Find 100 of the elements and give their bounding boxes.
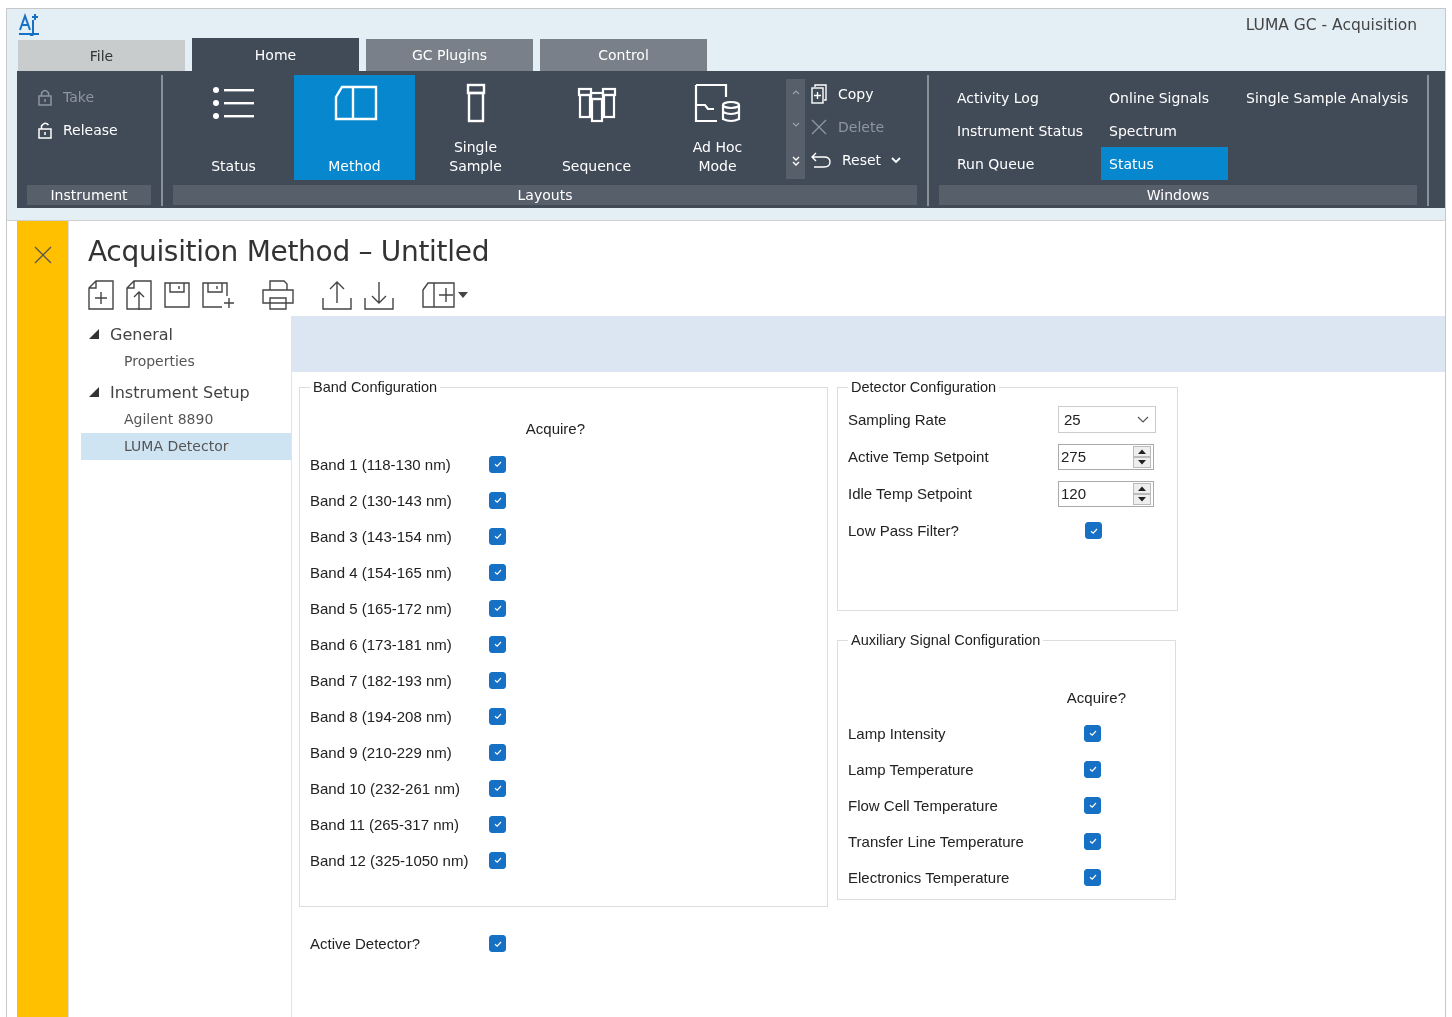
checkbox[interactable] xyxy=(1084,760,1101,778)
tree-item[interactable]: General xyxy=(110,324,174,344)
expand-arrow-icon[interactable] xyxy=(88,328,100,340)
check-icon xyxy=(492,495,503,505)
save-as-icon[interactable] xyxy=(202,282,234,308)
check-icon xyxy=(492,819,503,829)
checkbox[interactable] xyxy=(489,779,506,797)
checkbox[interactable] xyxy=(489,491,506,509)
tree-item[interactable]: Agilent 8890 xyxy=(81,406,291,433)
checkbox[interactable] xyxy=(489,935,506,952)
tray-database-icon xyxy=(692,83,743,125)
checkbox[interactable] xyxy=(489,455,506,473)
check-icon xyxy=(492,711,503,721)
chevron-icon xyxy=(1137,415,1149,424)
window-link[interactable]: Spectrum xyxy=(1101,114,1229,147)
field-label: Band 4 (154-165 nm) xyxy=(310,563,453,581)
edit-button[interactable]: Copy xyxy=(810,77,902,110)
expand-icon[interactable] xyxy=(790,155,801,167)
document-title: Acquisition Method – Untitled xyxy=(88,235,491,268)
save-icon[interactable] xyxy=(164,282,190,308)
gallery-scroll-bar[interactable] xyxy=(786,79,805,179)
edit-button[interactable]: Reset xyxy=(810,143,902,176)
app-logo-icon xyxy=(18,12,40,36)
field-label: Band 10 (232-261 nm) xyxy=(310,779,462,797)
window-title: LUMA GC - Acquisition xyxy=(1245,15,1417,34)
check-icon xyxy=(492,567,503,577)
checkbox[interactable] xyxy=(489,743,506,761)
spin-arrows-icon[interactable] xyxy=(1133,445,1151,468)
number-field[interactable]: 120 xyxy=(1058,480,1154,507)
group-label: Windows xyxy=(939,185,1417,205)
tree-item[interactable]: Instrument Setup xyxy=(110,382,250,402)
column-header: Acquire? xyxy=(525,419,585,437)
field-label: Band 7 (182-193 nm) xyxy=(310,671,453,689)
group-label: Layouts xyxy=(173,185,917,205)
layout-button[interactable]: Sequence xyxy=(536,75,657,180)
check-icon xyxy=(492,675,503,685)
group-title: Detector Configuration xyxy=(850,379,998,395)
field-label: Active Temp Setpoint xyxy=(848,448,990,465)
dropdown[interactable]: 25 xyxy=(1058,406,1156,433)
checkbox[interactable] xyxy=(1085,522,1102,539)
checkbox[interactable] xyxy=(1084,868,1101,886)
checkbox[interactable] xyxy=(489,635,506,653)
copy-icon xyxy=(810,83,828,104)
layout-button[interactable]: Ad Hoc Mode xyxy=(657,75,778,180)
field-label: Flow Cell Temperature xyxy=(848,796,999,814)
window-link[interactable]: Status xyxy=(1101,147,1229,180)
field-label: Band 8 (194-208 nm) xyxy=(310,707,453,725)
checkbox[interactable] xyxy=(489,527,506,545)
check-icon xyxy=(1087,800,1098,810)
field-label: Idle Temp Setpoint xyxy=(848,485,973,502)
checkbox[interactable] xyxy=(1084,796,1101,814)
layout-button[interactable]: Status xyxy=(173,75,294,180)
ribbon-tab[interactable]: Home xyxy=(192,38,359,71)
field-label: Active Detector? xyxy=(310,935,422,952)
window-link[interactable]: Online Signals xyxy=(1101,81,1229,114)
checkbox[interactable] xyxy=(1084,724,1101,742)
field-label: Band 9 (210-229 nm) xyxy=(310,743,453,761)
check-icon xyxy=(492,855,503,865)
check-icon xyxy=(492,459,503,469)
field-label: Band 3 (143-154 nm) xyxy=(310,527,453,545)
column-header: Acquire? xyxy=(1066,688,1126,706)
print-icon[interactable] xyxy=(262,280,294,310)
ribbon-tab[interactable]: File xyxy=(18,40,185,71)
checkbox[interactable] xyxy=(489,815,506,833)
checkbox[interactable] xyxy=(489,599,506,617)
window-link[interactable]: Instrument Status xyxy=(949,114,1092,147)
field-label: Lamp Temperature xyxy=(848,760,975,778)
field-label: Band 6 (173-181 nm) xyxy=(310,635,453,653)
number-field[interactable]: 275 xyxy=(1058,443,1154,470)
open-file-icon[interactable] xyxy=(126,280,152,310)
checkbox[interactable] xyxy=(489,671,506,689)
window-link[interactable]: Single Sample Analysis xyxy=(1238,81,1417,114)
check-icon xyxy=(492,747,503,757)
checkbox[interactable] xyxy=(489,563,506,581)
window-link[interactable]: Activity Log xyxy=(949,81,1092,114)
new-file-icon[interactable] xyxy=(88,280,114,310)
field-label: Sampling Rate xyxy=(848,411,948,428)
checkbox[interactable] xyxy=(1084,832,1101,850)
window-link[interactable]: Run Queue xyxy=(949,147,1092,180)
field-label: Band 5 (165-172 nm) xyxy=(310,599,453,617)
lock-icon xyxy=(37,87,53,106)
upload-icon[interactable] xyxy=(322,280,352,310)
layout-button[interactable]: Method xyxy=(294,75,415,180)
ribbon-tab[interactable]: Control xyxy=(540,39,707,71)
field-label: Electronics Temperature xyxy=(848,868,1011,886)
expand-arrow-icon[interactable] xyxy=(88,386,100,398)
checkbox[interactable] xyxy=(489,707,506,725)
spin-arrows-icon[interactable] xyxy=(1133,482,1151,505)
layout-button[interactable]: Single Sample xyxy=(415,75,536,180)
field-label: Band 2 (130-143 nm) xyxy=(310,491,453,509)
download-icon[interactable] xyxy=(364,280,394,310)
ribbon-tab[interactable]: GC Plugins xyxy=(366,39,533,71)
checkbox[interactable] xyxy=(489,851,506,869)
tree-item[interactable]: LUMA Detector xyxy=(81,433,291,460)
check-icon xyxy=(1087,836,1098,846)
close-icon[interactable] xyxy=(32,245,53,265)
tree-item[interactable]: Properties xyxy=(81,348,291,375)
add-layout-icon[interactable] xyxy=(422,282,470,308)
check-icon xyxy=(492,531,503,541)
lock-button[interactable]: Release xyxy=(37,113,151,146)
